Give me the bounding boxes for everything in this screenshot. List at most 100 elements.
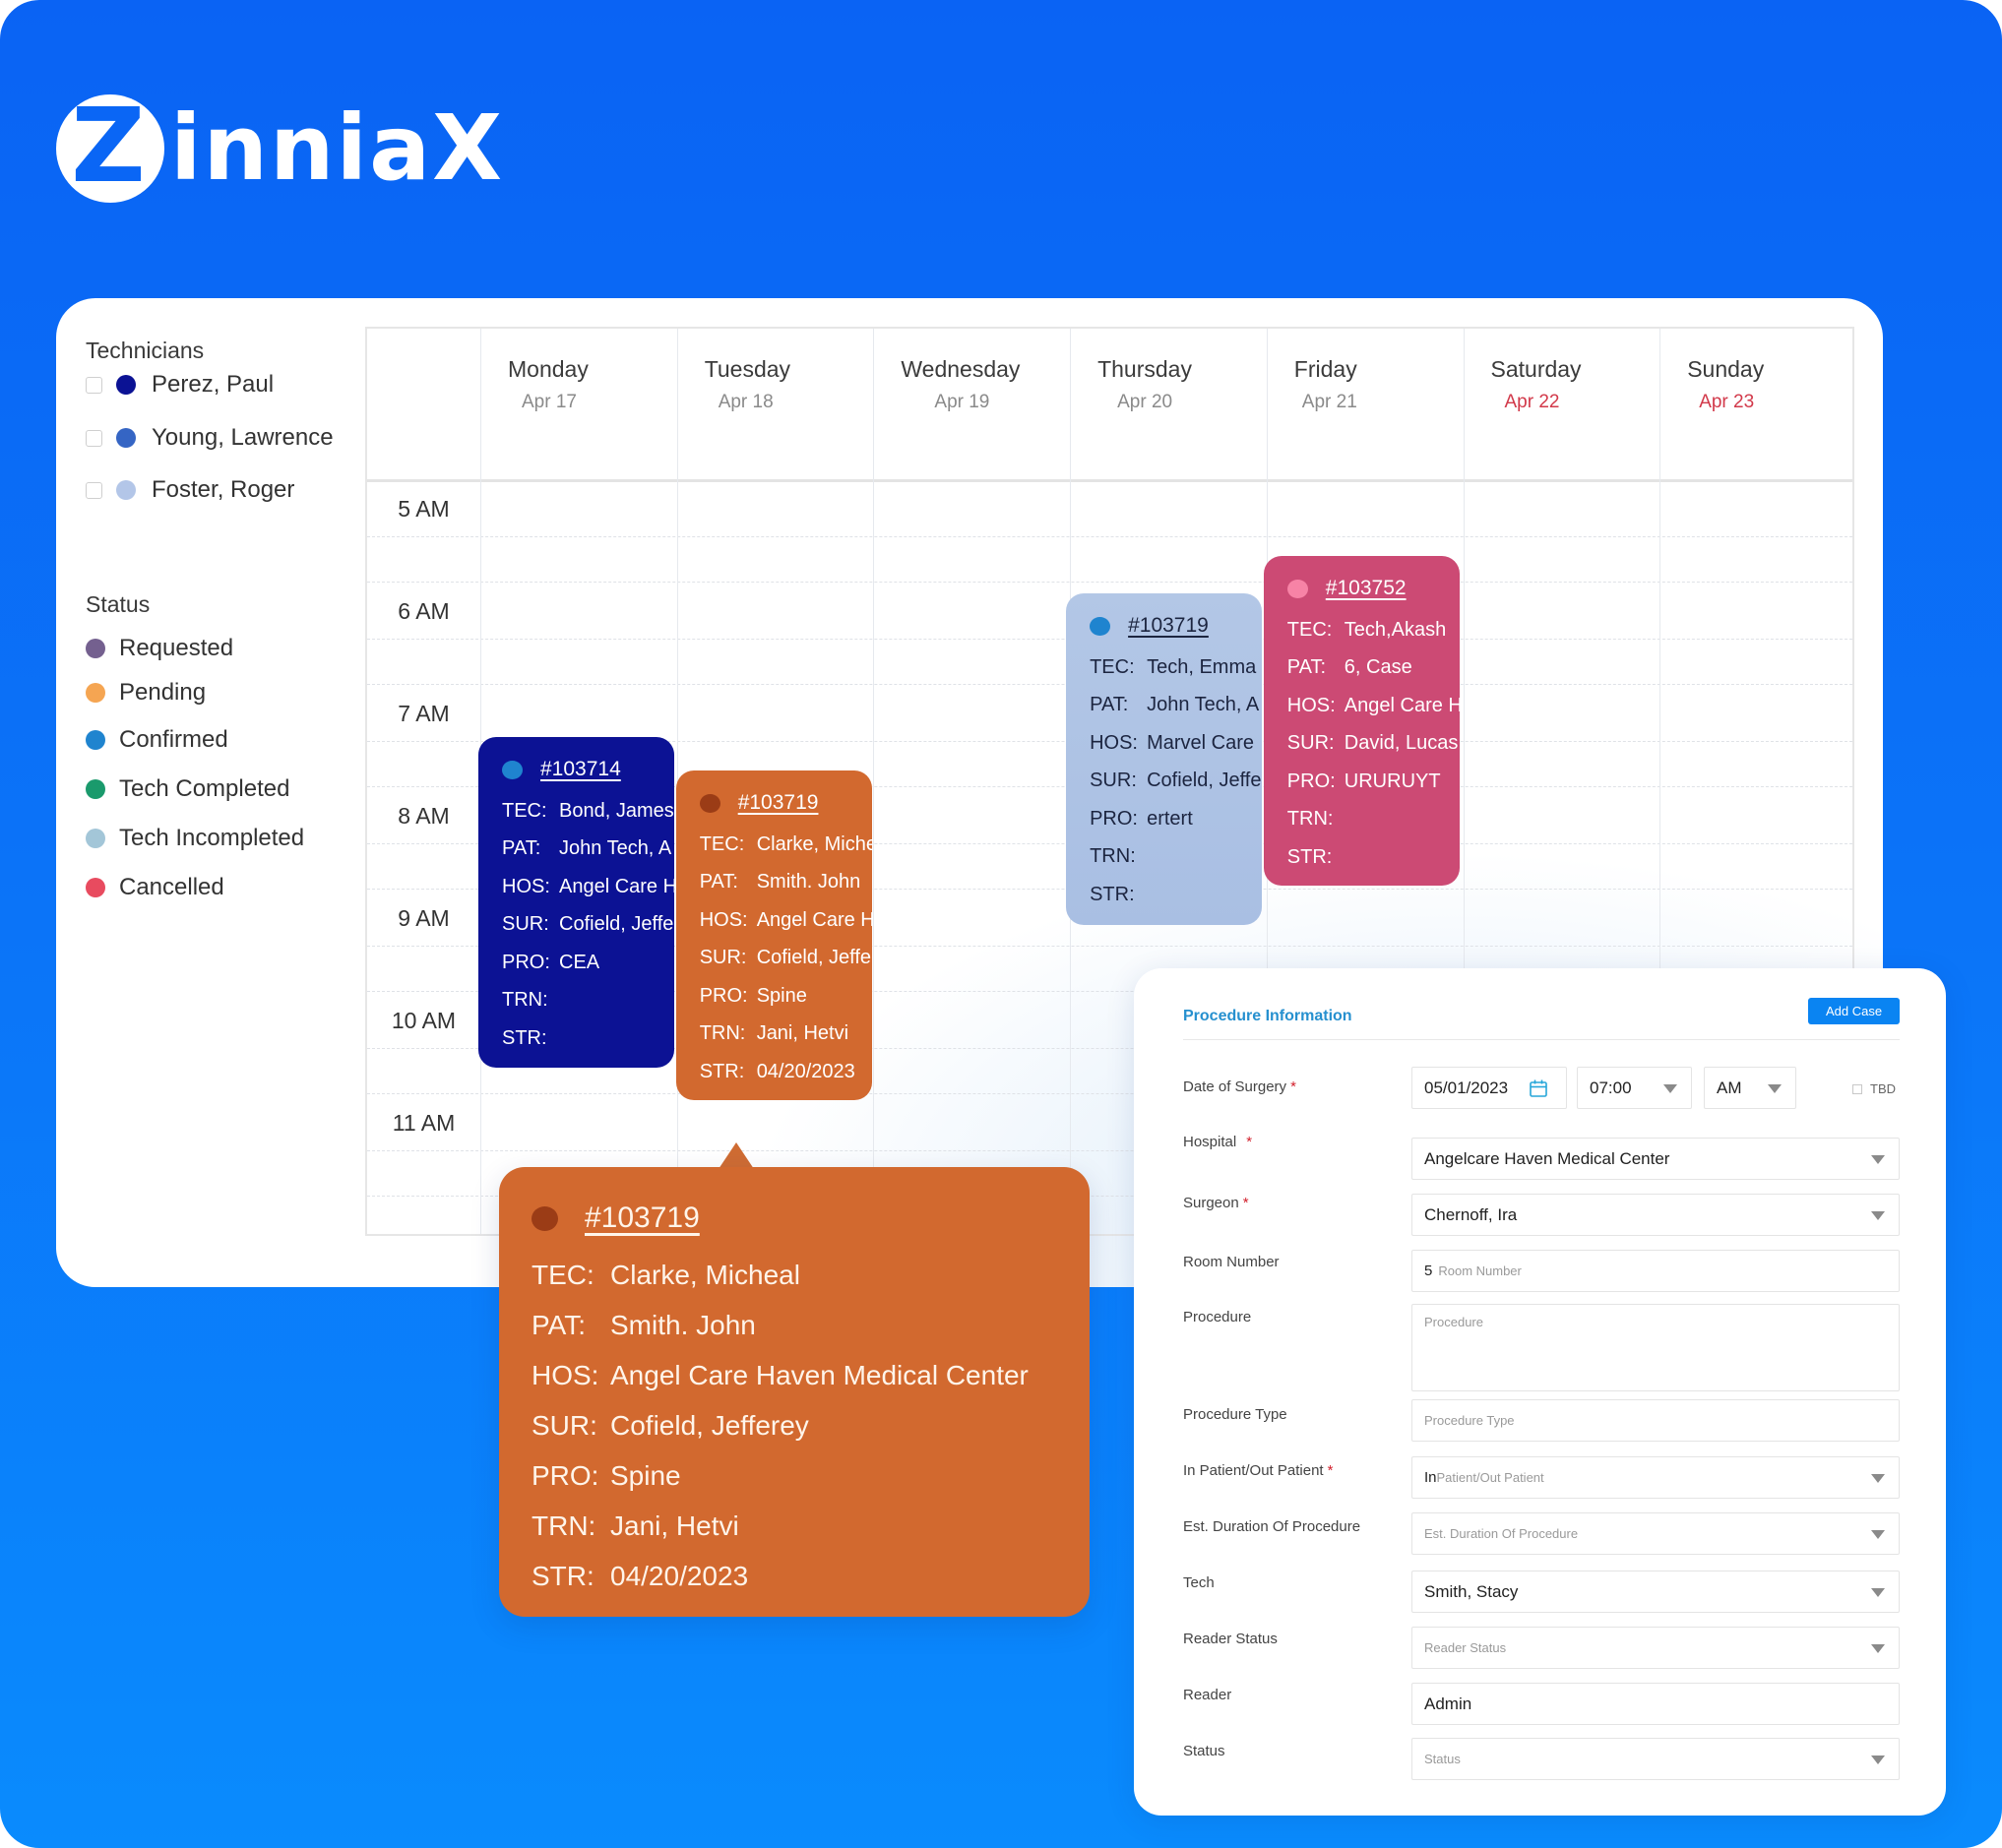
tooltip-field: STR: 04/20/2023: [532, 1551, 1090, 1601]
tooltip-case-link[interactable]: #103719: [585, 1201, 700, 1235]
day-header-saturday[interactable]: Saturday Apr 22: [1464, 329, 1660, 476]
time-slot-line: [367, 582, 1852, 583]
event-field: TRN:: [502, 982, 674, 1020]
event-card[interactable]: #103719 TEC: Clarke, Micheal PAT: Smith. Joh…: [675, 770, 872, 1100]
field-value: Cofield, Jefferey: [756, 947, 872, 969]
chevron-down-icon: [1871, 1154, 1885, 1164]
status-legend-item: Confirmed: [86, 726, 228, 754]
technician-filter-item[interactable]: Perez, Paul: [86, 371, 274, 399]
required-mark: *: [1246, 1134, 1253, 1150]
status-legend-item: Tech Incompleted: [86, 825, 304, 852]
calendar-icon[interactable]: [1529, 1078, 1548, 1098]
status-heading: Status: [86, 591, 151, 617]
field-value: Jani, Hetvi: [610, 1509, 739, 1541]
event-card[interactable]: #103752 TEC: Tech,Akash PAT: 6, Case HOS: Ange…: [1263, 556, 1460, 886]
field-key: PRO:: [502, 951, 550, 973]
event-field: SUR: Cofield, Jefferey: [502, 906, 674, 945]
room-number-input[interactable]: 5 Room Number: [1411, 1250, 1900, 1292]
status-label: Pending: [119, 679, 207, 706]
field-key: PAT:: [699, 871, 738, 893]
technician-color-dot-icon: [116, 375, 136, 395]
checkbox-icon[interactable]: [86, 376, 102, 394]
reader-value: Admin: [1424, 1694, 1472, 1713]
field-value: John Tech, A: [559, 837, 672, 860]
hour-label: 11 AM: [392, 1110, 456, 1136]
case-link[interactable]: #103719: [1128, 614, 1209, 638]
hour-label: 9 AM: [398, 905, 450, 931]
procedure-type-input[interactable]: Procedure Type: [1411, 1399, 1900, 1442]
event-field: HOS: Marvel Care: [1090, 724, 1262, 763]
in-out-patient-select[interactable]: In Patient/Out Patient: [1411, 1456, 1900, 1499]
checkbox-icon[interactable]: [1852, 1083, 1862, 1094]
chevron-down-icon: [1871, 1529, 1885, 1539]
reader-status-select[interactable]: Reader Status: [1411, 1627, 1900, 1669]
field-key: TEC:: [532, 1259, 594, 1290]
tech-select[interactable]: Smith, Stacy: [1411, 1571, 1900, 1613]
status-select[interactable]: Status: [1411, 1738, 1900, 1780]
event-card[interactable]: #103714 TEC: Bond, James PAT: John Tech, A HO…: [478, 737, 674, 1068]
status-legend-item: Requested: [86, 635, 233, 662]
event-field: TEC: Bond, James: [502, 792, 674, 831]
day-header-monday[interactable]: Monday Apr 17: [480, 329, 677, 476]
field-key: TRN:: [502, 989, 548, 1012]
tooltip-arrow: [719, 1142, 754, 1169]
status-dot-icon: [532, 1205, 558, 1231]
checkbox-icon[interactable]: [86, 429, 102, 447]
hospital-select[interactable]: Angelcare Haven Medical Center: [1411, 1138, 1900, 1180]
day-name: Thursday: [1097, 356, 1192, 382]
event-card[interactable]: #103719 TEC: Tech, Emma PAT: John Tech, A HOS…: [1066, 593, 1263, 925]
date-value: 05/01/2023: [1424, 1078, 1509, 1097]
surgeon-value: Chernoff, Ira: [1424, 1204, 1518, 1224]
field-value: Angel Care Haven Medical Center: [610, 1359, 1029, 1390]
event-field: HOS: Angel Care Haven Medical Center: [502, 868, 674, 906]
surgeon-select[interactable]: Chernoff, Ira: [1411, 1194, 1900, 1236]
add-case-button[interactable]: Add Case: [1808, 998, 1900, 1024]
reader-input[interactable]: Admin: [1411, 1683, 1900, 1725]
day-date: Apr 21: [1301, 392, 1357, 412]
date-of-surgery-input[interactable]: 05/01/2023: [1411, 1067, 1567, 1109]
event-field: HOS: Angel Care Haven Medical Center: [700, 901, 872, 940]
time-value: 07:00: [1590, 1078, 1632, 1097]
required-mark: *: [1327, 1462, 1334, 1479]
field-value: Cofield, Jefferey: [610, 1409, 809, 1441]
checkbox-icon[interactable]: [86, 481, 102, 499]
field-key: SUR:: [699, 947, 747, 969]
event-field: SUR: Cofield, Jefferey: [700, 940, 872, 978]
event-field: STR:: [1287, 838, 1460, 877]
tbd-checkbox[interactable]: TBD: [1852, 1081, 1896, 1096]
reader-status-label: Reader Status: [1183, 1631, 1278, 1647]
case-link[interactable]: #103719: [738, 791, 819, 815]
field-value: Clarke, Micheal: [756, 832, 872, 855]
day-header-wednesday[interactable]: Wednesday Apr 19: [873, 329, 1070, 476]
event-field: STR:: [1090, 876, 1262, 914]
room-number-label: Room Number: [1183, 1254, 1280, 1270]
field-value: Bond, James: [559, 799, 674, 822]
required-mark: *: [1242, 1195, 1249, 1211]
status-color-dot-icon: [86, 829, 105, 848]
technician-filter-item[interactable]: Young, Lawrence: [86, 424, 334, 452]
field-value: Jani, Hetvi: [756, 1022, 849, 1045]
case-link[interactable]: #103714: [540, 758, 621, 781]
status-label: Cancelled: [119, 874, 224, 900]
time-select[interactable]: 07:00: [1577, 1067, 1692, 1109]
field-key: PAT:: [532, 1309, 586, 1340]
field-key: HOS:: [502, 875, 550, 897]
day-header-thursday[interactable]: Thursday Apr 20: [1070, 329, 1267, 476]
day-header-sunday[interactable]: Sunday Apr 23: [1659, 329, 1856, 476]
procedure-textarea[interactable]: Procedure: [1411, 1304, 1900, 1391]
case-link[interactable]: #103752: [1326, 577, 1407, 600]
day-header-friday[interactable]: Friday Apr 21: [1267, 329, 1464, 476]
field-key: PAT:: [1090, 694, 1129, 716]
day-name: Sunday: [1687, 356, 1765, 382]
duration-select[interactable]: Est. Duration Of Procedure: [1411, 1512, 1900, 1555]
technician-filter-item[interactable]: Foster, Roger: [86, 476, 294, 504]
logo-letter: Z: [71, 86, 146, 206]
field-value: ertert: [1147, 807, 1193, 830]
day-header-tuesday[interactable]: Tuesday Apr 18: [677, 329, 874, 476]
hour-label: 6 AM: [398, 598, 450, 624]
field-key: HOS:: [1090, 731, 1138, 754]
surgeon-label: Surgeon *: [1183, 1195, 1249, 1211]
field-key: PAT:: [502, 837, 541, 860]
form-title: Procedure Information: [1183, 1008, 1352, 1024]
ampm-select[interactable]: AM: [1704, 1067, 1796, 1109]
